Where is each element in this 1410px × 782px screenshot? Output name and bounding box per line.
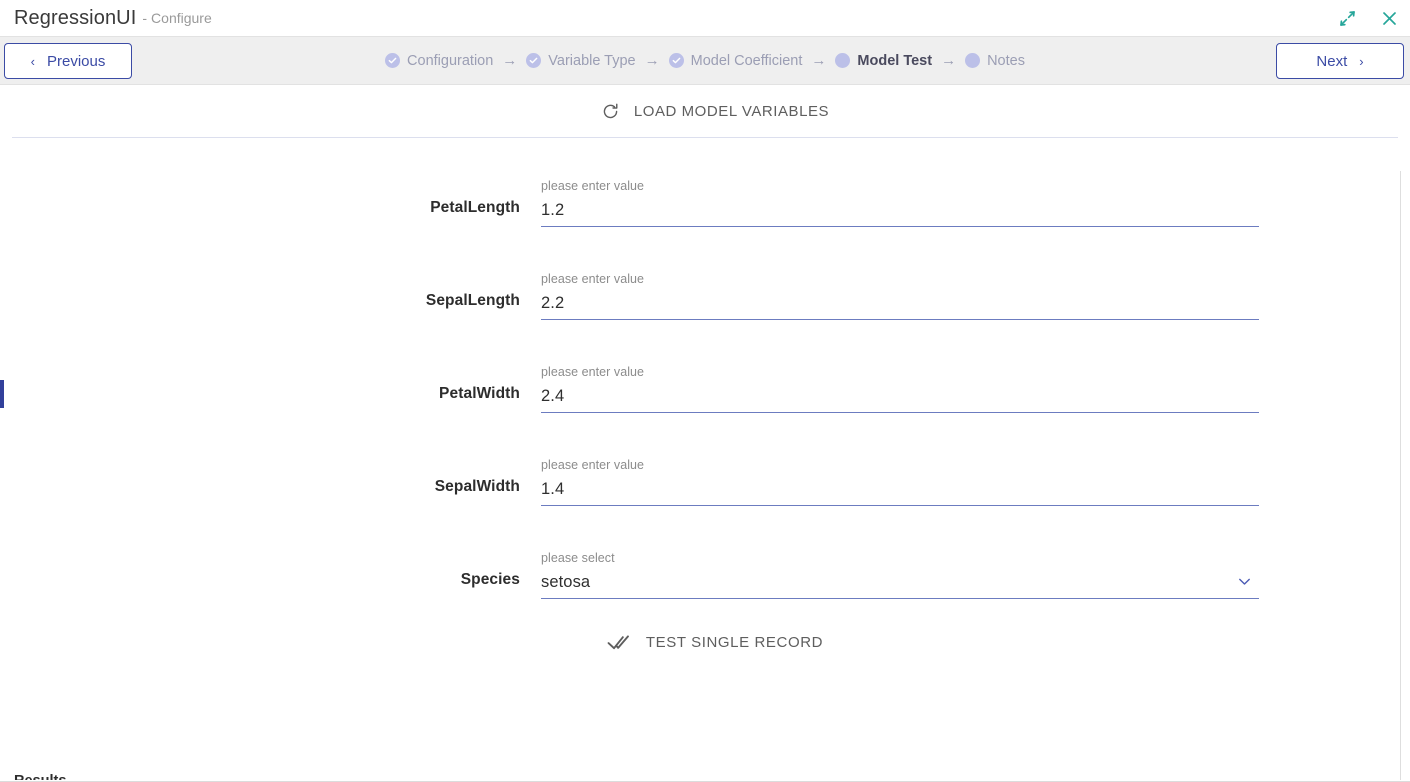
test-single-record-button[interactable]: TEST SINGLE RECORD — [599, 627, 831, 658]
field-row-petalwidth: PetalWidth please enter value 2.4 — [0, 343, 1410, 436]
field-label: SepalWidth — [434, 478, 520, 495]
variable-fields-list: PetalLength please enter value 1.2 Sepal… — [0, 157, 1410, 622]
field-value: 2.4 — [541, 387, 565, 405]
petallength-input[interactable]: 1.2 — [541, 198, 1259, 227]
refresh-icon — [601, 102, 620, 121]
step-configuration[interactable]: Configuration — [385, 53, 493, 69]
field-control: please enter value 1.4 — [541, 458, 1259, 506]
step-arrow-icon: → — [941, 52, 957, 69]
field-label: Species — [460, 571, 520, 588]
model-test-panel: LOAD MODEL VARIABLES PetalLength please … — [0, 85, 1410, 780]
field-label: PetalLength — [430, 199, 520, 216]
step-arrow-icon: → — [644, 52, 660, 69]
next-button-label: Next — [1316, 52, 1348, 70]
wizard-toolbar: ‹ Previous Configuration → Variable Type… — [0, 36, 1410, 85]
field-row-sepalwidth: SepalWidth please enter value 1.4 — [0, 436, 1410, 529]
field-hint: please enter value — [541, 272, 645, 286]
chevron-right-icon: › — [1359, 53, 1364, 69]
step-notes[interactable]: Notes — [965, 53, 1025, 69]
filled-circle-icon — [835, 53, 851, 68]
collapse-arrows-icon[interactable] — [1336, 7, 1358, 29]
step-arrow-icon: → — [502, 52, 518, 69]
field-value: 1.2 — [541, 201, 565, 219]
field-hint: please enter value — [541, 179, 645, 193]
title-separator: - — [142, 10, 148, 26]
field-control: please enter value 1.2 — [541, 179, 1259, 227]
field-hint: please enter value — [541, 365, 645, 379]
window-titlebar: RegressionUI - Configure — [0, 0, 1410, 36]
double-check-icon — [607, 633, 630, 652]
chevron-down-icon[interactable] — [1236, 573, 1253, 590]
field-control: please enter value 2.4 — [541, 365, 1259, 413]
step-label: Configuration — [407, 52, 494, 69]
check-circle-icon — [385, 53, 401, 68]
window-subtitle: Configure — [151, 10, 212, 26]
regression-ui-window: RegressionUI - Configure ‹ Previous Conf… — [0, 0, 1410, 782]
sepallength-input[interactable]: 2.2 — [541, 291, 1259, 320]
wizard-stepper: Configuration → Variable Type → Model Co… — [0, 53, 1410, 69]
content-top-divider — [12, 137, 1398, 138]
field-value: 2.2 — [541, 294, 565, 312]
field-hint: please enter value — [541, 458, 645, 472]
field-label: SepalLength — [425, 292, 520, 309]
step-arrow-icon: → — [811, 52, 827, 69]
step-label: Model Coefficient — [690, 52, 803, 69]
field-value: setosa — [541, 573, 591, 591]
field-value: 1.4 — [541, 480, 565, 498]
results-heading: Results — [14, 773, 66, 780]
app-title: RegressionUI — [14, 6, 137, 29]
sepalwidth-input[interactable]: 1.4 — [541, 477, 1259, 506]
step-variable-type[interactable]: Variable Type — [526, 52, 636, 69]
species-select[interactable]: setosa — [541, 570, 1259, 599]
step-model-test[interactable]: Model Test — [835, 53, 932, 69]
check-circle-icon — [668, 53, 684, 68]
field-label: PetalWidth — [439, 385, 520, 402]
step-label: Notes — [987, 52, 1025, 69]
step-model-coefficient[interactable]: Model Coefficient — [668, 52, 803, 69]
petalwidth-input[interactable]: 2.4 — [541, 384, 1259, 413]
field-control: please enter value 2.2 — [541, 272, 1259, 320]
step-label: Variable Type — [548, 52, 636, 69]
field-control: please select setosa — [541, 551, 1259, 599]
step-label: Model Test — [857, 52, 933, 69]
field-hint: please select — [541, 551, 615, 565]
filled-circle-icon — [965, 53, 981, 68]
load-model-variables-button[interactable]: LOAD MODEL VARIABLES — [593, 96, 837, 127]
load-variables-row: LOAD MODEL VARIABLES — [0, 85, 1410, 137]
vertical-scroll-indicator[interactable] — [0, 380, 4, 408]
test-record-row: TEST SINGLE RECORD — [0, 627, 1410, 658]
check-circle-icon — [526, 53, 542, 68]
field-row-species: Species please select setosa — [0, 529, 1410, 622]
test-single-record-label: TEST SINGLE RECORD — [645, 634, 824, 651]
window-controls — [1336, 0, 1400, 36]
next-button[interactable]: Next › — [1276, 43, 1404, 79]
load-model-variables-label: LOAD MODEL VARIABLES — [633, 102, 830, 120]
field-row-sepallength: SepalLength please enter value 2.2 — [0, 250, 1410, 343]
close-icon[interactable] — [1378, 7, 1400, 29]
field-row-petallength: PetalLength please enter value 1.2 — [0, 157, 1410, 250]
